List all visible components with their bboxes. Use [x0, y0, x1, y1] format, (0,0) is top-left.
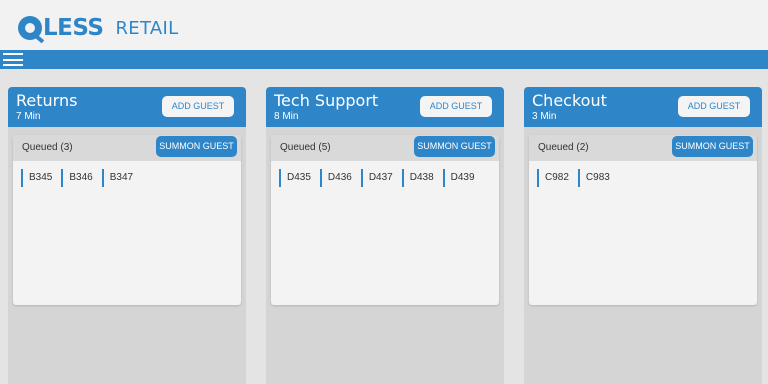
queue-wait-time: 8 Min — [274, 111, 299, 122]
add-guest-button[interactable]: ADD GUEST — [162, 96, 234, 117]
logo-word: LESS — [43, 15, 104, 41]
queue-panel: Queued (2) SUMMON GUEST C982 C983 — [529, 135, 757, 305]
queue-board: Returns 7 Min ADD GUEST Queued (3) SUMMO… — [0, 69, 768, 384]
summon-guest-button[interactable]: SUMMON GUEST — [414, 136, 495, 157]
ticket-list: D435 D436 D437 D438 D439 — [279, 169, 484, 187]
queued-count: Queued (2) — [538, 142, 589, 153]
queue-panel: Queued (3) SUMMON GUEST B345 B346 B347 — [13, 135, 241, 305]
guest-ticket[interactable]: D437 — [360, 169, 393, 187]
queue-header: Tech Support 8 Min ADD GUEST — [266, 87, 504, 127]
guest-ticket[interactable]: D435 — [279, 169, 311, 187]
logo-subtitle: RETAIL — [115, 17, 179, 39]
guest-ticket[interactable]: D436 — [319, 169, 352, 187]
queued-count: Queued (3) — [22, 142, 73, 153]
guest-ticket[interactable]: B345 — [21, 169, 52, 187]
queue-title: Tech Support — [274, 91, 379, 110]
summon-guest-button[interactable]: SUMMON GUEST — [156, 136, 237, 157]
summon-guest-button[interactable]: SUMMON GUEST — [672, 136, 753, 157]
guest-ticket[interactable]: C982 — [537, 169, 569, 187]
queue-bar: Queued (3) SUMMON GUEST — [13, 135, 241, 161]
add-guest-button[interactable]: ADD GUEST — [678, 96, 750, 117]
guest-ticket[interactable]: B346 — [61, 169, 93, 187]
q-logo-icon — [18, 16, 42, 40]
queue-column-returns: Returns 7 Min ADD GUEST Queued (3) SUMMO… — [8, 87, 246, 384]
guest-ticket[interactable]: D438 — [401, 169, 434, 187]
queue-column-tech-support: Tech Support 8 Min ADD GUEST Queued (5) … — [266, 87, 504, 384]
queue-panel: Queued (5) SUMMON GUEST D435 D436 D437 D… — [271, 135, 499, 305]
top-nav-bar — [0, 50, 768, 69]
queue-bar: Queued (2) SUMMON GUEST — [529, 135, 757, 161]
qless-logo[interactable]: LESS RETAIL — [18, 14, 178, 42]
guest-ticket[interactable]: C983 — [577, 169, 610, 187]
queue-column-checkout: Checkout 3 Min ADD GUEST Queued (2) SUMM… — [524, 87, 762, 384]
ticket-list: B345 B346 B347 — [21, 169, 142, 187]
queue-wait-time: 3 Min — [532, 111, 557, 122]
queued-count: Queued (5) — [280, 142, 331, 153]
app-header: LESS RETAIL — [0, 0, 768, 48]
queue-wait-time: 7 Min — [16, 111, 41, 122]
ticket-list: C982 C983 — [537, 169, 619, 187]
guest-ticket[interactable]: D439 — [442, 169, 475, 187]
add-guest-button[interactable]: ADD GUEST — [420, 96, 492, 117]
queue-title: Checkout — [532, 91, 607, 110]
queue-header: Checkout 3 Min ADD GUEST — [524, 87, 762, 127]
queue-header: Returns 7 Min ADD GUEST — [8, 87, 246, 127]
queue-bar: Queued (5) SUMMON GUEST — [271, 135, 499, 161]
hamburger-menu-icon[interactable] — [3, 53, 23, 66]
guest-ticket[interactable]: B347 — [101, 169, 133, 187]
queue-title: Returns — [16, 91, 78, 110]
